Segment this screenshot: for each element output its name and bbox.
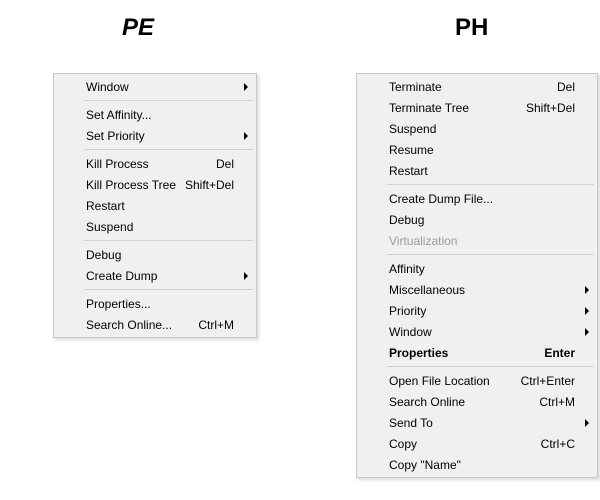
pe-item-search-online[interactable]: Search Online...Ctrl+M [56,314,254,335]
menu-item-label: Create Dump [86,269,234,283]
ph-item-window[interactable]: Window [359,321,595,342]
ph-item-send-to[interactable]: Send To [359,412,595,433]
heading-pe: PE [122,14,154,42]
pe-separator [84,100,253,101]
pe-item-restart[interactable]: Restart [56,195,254,216]
context-menu-ph: TerminateDelTerminate TreeShift+DelSuspe… [356,73,598,478]
menu-item-label: Send To [389,416,575,430]
ph-item-terminate-tree[interactable]: Terminate TreeShift+Del [359,97,595,118]
chevron-right-icon [244,272,248,280]
ph-item-copy-name[interactable]: Copy "Name" [359,454,595,475]
menu-item-label: Window [389,325,575,339]
menu-item-shortcut: Del [557,80,575,94]
heading-ph: PH [455,14,488,42]
menu-item-label: Resume [389,143,575,157]
menu-item-label: Create Dump File... [389,192,575,206]
ph-item-debug[interactable]: Debug [359,209,595,230]
menu-item-label: Terminate Tree [389,101,526,115]
pe-separator [84,289,253,290]
pe-item-kill-process[interactable]: Kill ProcessDel [56,153,254,174]
menu-item-label: Search Online... [86,318,198,332]
menu-item-label: Restart [389,164,575,178]
menu-item-shortcut: Ctrl+C [541,437,575,451]
ph-item-miscellaneous[interactable]: Miscellaneous [359,279,595,300]
menu-item-shortcut: Ctrl+M [539,395,575,409]
pe-item-debug[interactable]: Debug [56,244,254,265]
ph-item-resume[interactable]: Resume [359,139,595,160]
chevron-right-icon [585,419,589,427]
ph-item-create-dump-file[interactable]: Create Dump File... [359,188,595,209]
chevron-right-icon [244,132,248,140]
menu-item-label: Set Affinity... [86,108,234,122]
menu-item-label: Miscellaneous [389,283,575,297]
ph-item-copy[interactable]: CopyCtrl+C [359,433,595,454]
menu-item-label: Set Priority [86,129,234,143]
menu-item-label: Debug [389,213,575,227]
ph-item-search-online[interactable]: Search OnlineCtrl+M [359,391,595,412]
menu-item-shortcut: Ctrl+Enter [521,374,575,388]
pe-item-window[interactable]: Window [56,76,254,97]
ph-item-suspend[interactable]: Suspend [359,118,595,139]
pe-separator [84,149,253,150]
pe-item-set-affinity[interactable]: Set Affinity... [56,104,254,125]
ph-item-open-file-location[interactable]: Open File LocationCtrl+Enter [359,370,595,391]
menu-item-label: Suspend [86,220,234,234]
menu-item-label: Restart [86,199,234,213]
pe-item-properties[interactable]: Properties... [56,293,254,314]
menu-item-label: Open File Location [389,374,521,388]
menu-item-shortcut: Ctrl+M [198,318,234,332]
menu-item-label: Debug [86,248,234,262]
menu-item-label: Virtualization [389,234,575,248]
pe-separator [84,240,253,241]
menu-item-shortcut: Shift+Del [526,101,575,115]
ph-item-virtualization: Virtualization [359,230,595,251]
pe-item-kill-process-tree[interactable]: Kill Process TreeShift+Del [56,174,254,195]
chevron-right-icon [585,328,589,336]
ph-item-affinity[interactable]: Affinity [359,258,595,279]
menu-item-label: Affinity [389,262,575,276]
menu-item-label: Copy "Name" [389,458,575,472]
pe-item-suspend[interactable]: Suspend [56,216,254,237]
ph-item-restart[interactable]: Restart [359,160,595,181]
menu-item-shortcut: Shift+Del [185,178,234,192]
menu-item-label: Terminate [389,80,557,94]
ph-separator [387,254,594,255]
menu-item-label: Kill Process [86,157,216,171]
ph-item-properties[interactable]: PropertiesEnter [359,342,595,363]
menu-item-label: Suspend [389,122,575,136]
menu-item-shortcut: Del [216,157,234,171]
ph-item-terminate[interactable]: TerminateDel [359,76,595,97]
menu-item-label: Priority [389,304,575,318]
ph-item-priority[interactable]: Priority [359,300,595,321]
ph-separator [387,184,594,185]
chevron-right-icon [585,286,589,294]
chevron-right-icon [585,307,589,315]
ph-separator [387,366,594,367]
pe-item-create-dump[interactable]: Create Dump [56,265,254,286]
menu-item-label: Properties [389,346,544,360]
menu-item-label: Copy [389,437,541,451]
menu-item-label: Kill Process Tree [86,178,185,192]
menu-item-shortcut: Enter [544,346,575,360]
pe-item-set-priority[interactable]: Set Priority [56,125,254,146]
context-menu-pe: Window Set Affinity... Set Priority Kill Pr… [53,73,257,338]
chevron-right-icon [244,83,248,91]
menu-item-label: Window [86,80,234,94]
menu-item-label: Search Online [389,395,539,409]
menu-item-label: Properties... [86,297,234,311]
